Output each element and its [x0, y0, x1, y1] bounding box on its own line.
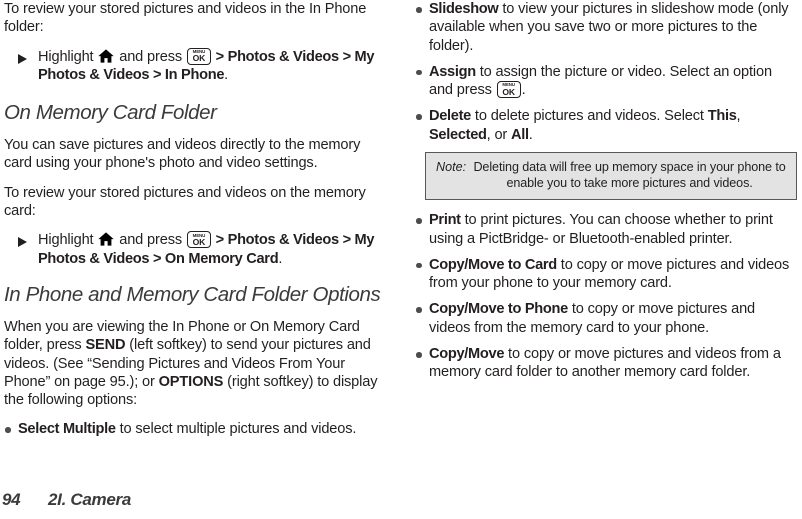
step1-pre: Highlight: [38, 48, 98, 65]
delete-choice-all: All: [511, 126, 529, 143]
menu-ok-key-icon: MENU OK: [496, 81, 521, 99]
round-bullet-icon: [416, 114, 422, 120]
step2-period: .: [278, 250, 283, 267]
list-item: Print to print pictures. You can choose …: [415, 211, 798, 248]
option-description: to delete pictures and videos. Select: [471, 108, 708, 125]
manual-page: To review your stored pictures and video…: [0, 0, 802, 519]
step-on-memory-card-text: Highlight and press MENU OK > Photos & Vi…: [38, 231, 383, 268]
round-bullet-icon: [416, 352, 422, 358]
option-description-before-key: to assign the picture or video. Select a…: [429, 63, 772, 99]
option-description: to select multiple pictures and videos.: [115, 421, 357, 438]
list-item: Delete to delete pictures and videos. Se…: [415, 107, 798, 144]
heading-on-memory-card-folder: On Memory Card Folder: [4, 101, 217, 125]
paragraph-folder-options: When you are viewing the In Phone or On …: [4, 318, 383, 409]
menu-ok-key-bottom: OK: [192, 236, 206, 247]
note-callout: Note: Deleting data will free up memory …: [425, 152, 797, 201]
note-label: Note:: [436, 160, 467, 175]
menu-ok-key-icon: MENU OK: [186, 47, 211, 65]
round-bullet-icon: [5, 427, 11, 433]
heading-folder-options: In Phone and Memory Card Folder Options: [4, 282, 381, 306]
list-item: Copy/Move to copy or move pictures and v…: [415, 345, 798, 382]
step1-post: and press: [115, 48, 186, 65]
right-options-list-top: Slideshow to view your pictures in slide…: [415, 0, 798, 144]
step-in-phone: Highlight and press MENU OK > Photos & Vi…: [4, 47, 383, 85]
two-column-layout: To review your stored pictures and video…: [0, 0, 802, 478]
list-item: Copy/Move to Phone to copy or move pictu…: [415, 300, 798, 337]
chapter-title: 2I. Camera: [48, 490, 131, 509]
menu-ok-key-icon: MENU OK: [186, 231, 211, 249]
round-bullet-icon: [416, 69, 422, 76]
home-icon: [98, 232, 115, 246]
options-softkey-label: OPTIONS: [158, 373, 224, 390]
step-in-phone-text: Highlight and press MENU OK > Photos & Vi…: [38, 47, 383, 85]
menu-ok-key-bottom: OK: [502, 86, 515, 97]
left-column: To review your stored pictures and video…: [0, 0, 401, 478]
option-term: Delete: [429, 108, 472, 125]
intro-paragraph: To review your stored pictures and video…: [4, 1, 367, 36]
page-number: 94: [2, 490, 21, 509]
list-item: Assign to assign the picture or video. S…: [415, 63, 798, 100]
option-term: Print: [429, 212, 461, 229]
triangle-right-icon: [18, 48, 38, 85]
option-term: Copy/Move to Phone: [429, 301, 568, 318]
home-icon: [98, 48, 115, 63]
step2-pre: Highlight: [38, 232, 98, 249]
option-term: Slideshow: [429, 1, 499, 17]
step-on-memory-card: Highlight and press MENU OK > Photos & Vi…: [4, 231, 383, 268]
step1-period: .: [224, 66, 229, 83]
delete-choice-selected: Selected: [429, 126, 487, 143]
triangle-right-icon: [18, 231, 38, 268]
left-options-list: Select Multiple to select multiple pictu…: [4, 420, 383, 438]
note-text: Deleting data will free up memory space …: [473, 160, 786, 190]
delete-sep-b: , or: [486, 126, 512, 143]
list-item: Copy/Move to Card to copy or move pictur…: [415, 256, 798, 293]
menu-ok-key-bottom: OK: [192, 53, 206, 64]
round-bullet-icon: [416, 7, 422, 13]
paragraph-review-card: To review your stored pictures and video…: [4, 184, 366, 220]
right-column: Slideshow to view your pictures in slide…: [401, 0, 802, 478]
round-bullet-icon: [416, 218, 422, 224]
delete-sep-a: ,: [736, 108, 741, 125]
option-term: Copy/Move to Card: [429, 256, 557, 273]
step2-post: and press: [115, 232, 186, 249]
list-item: Select Multiple to select multiple pictu…: [4, 420, 383, 438]
round-bullet-icon: [416, 307, 422, 313]
delete-choice-this: This: [707, 108, 737, 125]
option-term: Copy/Move: [429, 346, 505, 363]
option-description: to print pictures. You can choose whethe…: [429, 212, 773, 247]
page-footer: 94 2I. Camera: [0, 486, 802, 510]
right-options-list-bottom: Print to print pictures. You can choose …: [415, 211, 798, 381]
option-term: Assign: [429, 63, 476, 80]
delete-end: .: [528, 126, 533, 143]
send-softkey-label: SEND: [85, 337, 126, 354]
list-item: Slideshow to view your pictures in slide…: [415, 0, 798, 55]
paragraph-save-to-card: You can save pictures and videos directl…: [4, 137, 361, 172]
option-term: Select Multiple: [18, 421, 116, 438]
round-bullet-icon: [416, 262, 422, 269]
option-description-after-key: .: [521, 82, 526, 99]
